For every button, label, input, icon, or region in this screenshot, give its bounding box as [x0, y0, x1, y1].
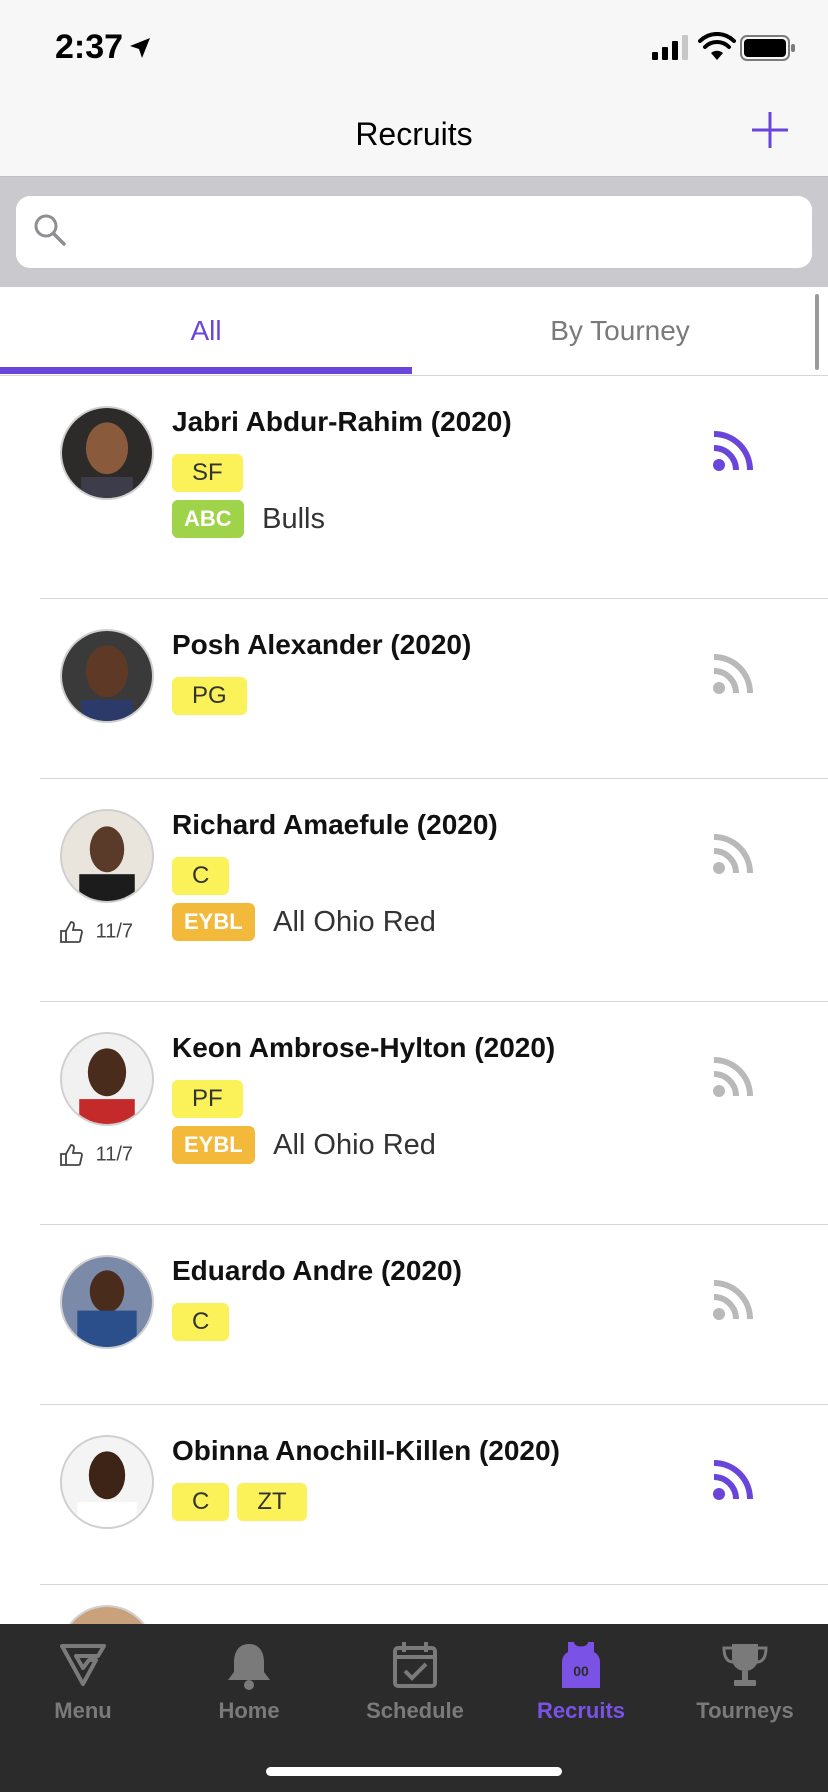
tab-tourneys[interactable]: Tourneys: [662, 1638, 828, 1724]
team-name: Bulls: [262, 502, 325, 535]
follow-feed-icon[interactable]: [712, 430, 754, 472]
location-arrow-icon: [130, 38, 150, 58]
status-time: 2:37: [55, 28, 124, 66]
recruit-name: Keon Ambrose-Hylton (2020): [172, 1032, 556, 1063]
league-badge: EYBL: [172, 1126, 255, 1164]
page-title: Recruits: [355, 116, 473, 152]
tab-selection-indicator: [0, 367, 412, 374]
position-tag: PG: [172, 677, 247, 715]
avatar: [60, 809, 154, 903]
follow-feed-icon[interactable]: [712, 1056, 754, 1098]
team-name: All Ohio Red: [273, 905, 436, 938]
battery-icon: [740, 35, 795, 61]
search-input[interactable]: [16, 196, 812, 268]
avatar: [60, 1255, 154, 1349]
tab-menu[interactable]: Menu: [0, 1638, 166, 1724]
league-badge: EYBL: [172, 903, 255, 941]
list-item[interactable]: Keon Ambrose-Hylton (2020) PF EYBL All O…: [0, 1002, 828, 1225]
list-item[interactable]: Eduardo Andre (2020) C: [0, 1225, 828, 1405]
add-recruit-button[interactable]: [748, 108, 792, 152]
follow-feed-icon[interactable]: [712, 653, 754, 695]
calendar-check-icon: [393, 1642, 437, 1688]
position-tag: C: [172, 1303, 230, 1341]
league-badge: ABC: [172, 500, 244, 538]
follow-feed-icon[interactable]: [712, 1459, 754, 1501]
home-indicator: [266, 1767, 562, 1776]
recruit-name: Posh Alexander (2020): [172, 629, 472, 660]
follow-feed-icon[interactable]: [712, 833, 754, 875]
wifi-icon: [698, 32, 736, 60]
position-tags: SF: [172, 454, 251, 492]
scrollbar[interactable]: [815, 294, 819, 370]
position-tags: PF: [172, 1080, 251, 1118]
trophy-icon: [722, 1644, 768, 1686]
position-tags: C ZT: [172, 1483, 315, 1521]
search-icon: [34, 214, 66, 246]
tab-label: Schedule: [366, 1698, 464, 1723]
position-tag: C: [172, 857, 230, 895]
team-line: EYBL All Ohio Red: [172, 1126, 436, 1164]
position-tag: SF: [172, 454, 243, 492]
recruit-name: Jabri Abdur-Rahim (2020): [172, 406, 512, 437]
jersey-icon: 00: [562, 1642, 600, 1688]
follow-feed-icon[interactable]: [712, 1279, 754, 1321]
bell-icon: [228, 1644, 270, 1690]
jersey-number: 00: [573, 1663, 589, 1679]
team-name: All Ohio Red: [273, 1128, 436, 1161]
list-item[interactable]: Posh Alexander (2020) PG: [0, 599, 828, 779]
tab-recruits[interactable]: 00 Recruits: [498, 1638, 664, 1724]
list-item[interactable]: Obinna Anochill-Killen (2020) C ZT: [0, 1405, 828, 1585]
tab-by-tourney[interactable]: By Tourney: [412, 315, 828, 347]
team-line: ABC Bulls: [172, 500, 325, 538]
avatar: [60, 1435, 154, 1529]
likes-date: 11/7: [95, 1143, 134, 1166]
recruit-name: Richard Amaefule (2020): [172, 809, 498, 840]
tab-schedule[interactable]: Schedule: [332, 1638, 498, 1724]
likes-date: 11/7: [95, 920, 134, 943]
avatar: [60, 1032, 154, 1126]
avatar: [60, 629, 154, 723]
list-item[interactable]: [0, 1585, 828, 1624]
recruit-name: Obinna Anochill-Killen (2020): [172, 1435, 560, 1466]
navigation-bar: Recruits: [0, 100, 828, 177]
tab-home[interactable]: Home: [166, 1638, 332, 1724]
list-item[interactable]: Richard Amaefule (2020) C EYBL All Ohio …: [0, 779, 828, 1002]
position-tags: C: [172, 1303, 237, 1341]
team-line: EYBL All Ohio Red: [172, 903, 436, 941]
cellular-signal-icon: [652, 35, 688, 60]
likes-info: 11/7: [58, 919, 133, 949]
logo-icon: [60, 1644, 106, 1686]
recruit-list: Jabri Abdur-Rahim (2020) SF ABC Bulls Po…: [0, 376, 828, 1624]
list-item[interactable]: Jabri Abdur-Rahim (2020) SF ABC Bulls: [0, 376, 828, 599]
tab-label: Tourneys: [696, 1698, 794, 1723]
position-tag: PF: [172, 1080, 243, 1118]
likes-info: 11/7: [58, 1142, 133, 1172]
avatar: [60, 1605, 154, 1624]
tab-label: Home: [218, 1698, 280, 1723]
status-bar: 2:37: [0, 0, 828, 100]
position-tag: ZT: [237, 1483, 307, 1521]
search-bar-container: [0, 177, 828, 287]
tab-all[interactable]: All: [0, 315, 412, 347]
thumbs-up-icon: [60, 921, 83, 943]
position-tags: C: [172, 857, 237, 895]
tab-label: Recruits: [536, 1698, 626, 1723]
recruit-name: Eduardo Andre (2020): [172, 1255, 462, 1286]
avatar: [60, 406, 154, 500]
segmented-tabs: All By Tourney: [0, 287, 828, 376]
position-tag: C: [172, 1483, 230, 1521]
tab-label: Menu: [54, 1698, 112, 1723]
position-tags: PG: [172, 677, 255, 715]
thumbs-up-icon: [60, 1144, 83, 1166]
